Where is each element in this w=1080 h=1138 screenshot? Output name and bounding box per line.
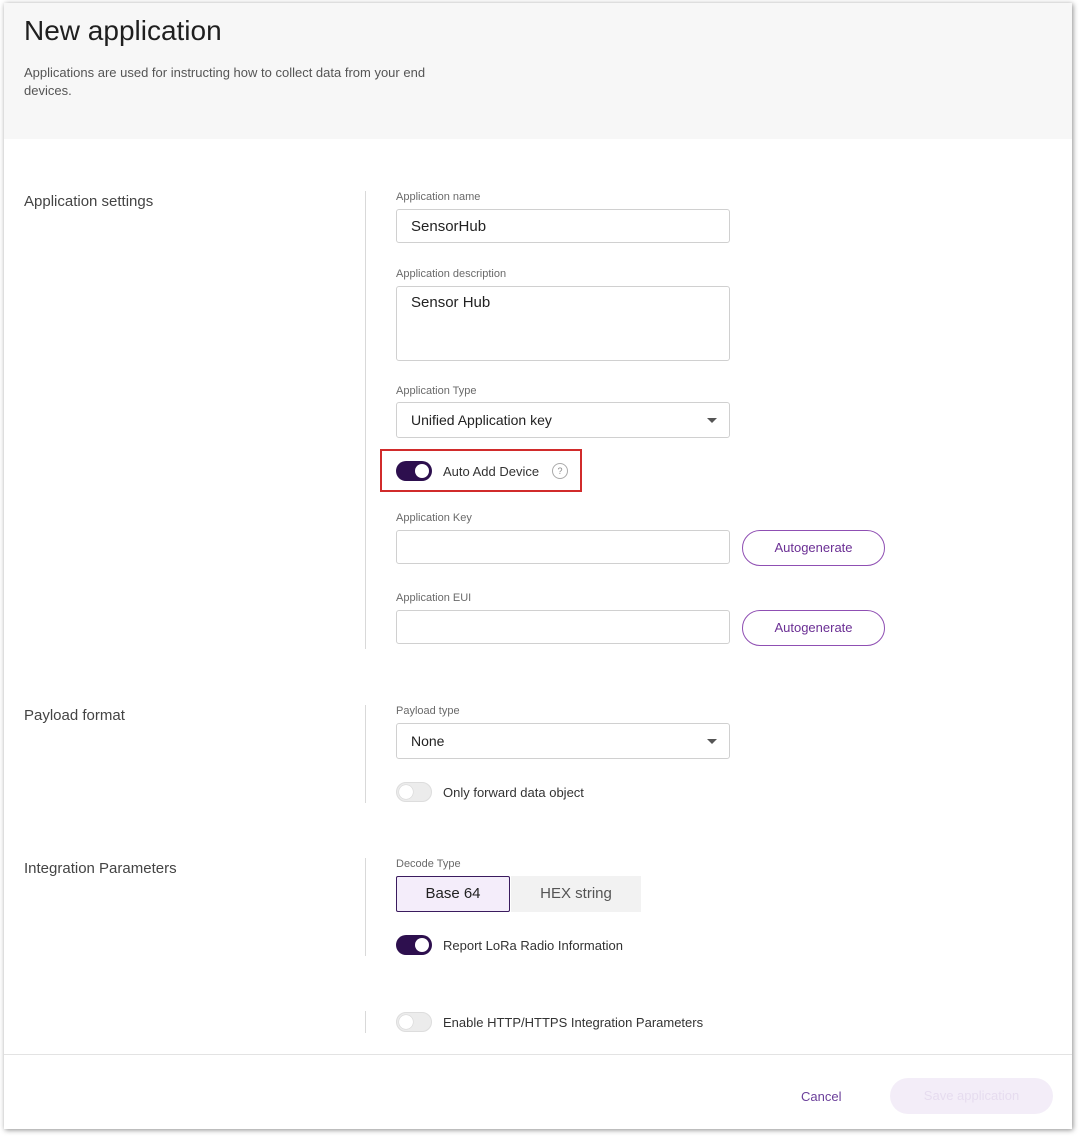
application-type-label: Application Type [396, 385, 477, 397]
toggle-knob [399, 1015, 413, 1029]
payload-type-value: None [411, 733, 445, 749]
application-key-label: Application Key [396, 512, 472, 524]
report-lora-label: Report LoRa Radio Information [443, 938, 623, 953]
decode-option-hex-string[interactable]: HEX string [511, 876, 641, 912]
section-label-payload-format: Payload format [24, 707, 125, 724]
page-description: Applications are used for instructing ho… [24, 65, 426, 98]
decode-option-base64[interactable]: Base 64 [396, 876, 510, 912]
application-type-select[interactable]: Unified Application key [396, 402, 730, 438]
section-divider [365, 858, 366, 956]
new-application-window: New application Applications are used fo… [4, 3, 1072, 1129]
only-forward-data-toggle[interactable] [396, 782, 432, 802]
application-eui-input[interactable] [396, 610, 730, 644]
application-description-textarea[interactable]: Sensor Hub [396, 286, 730, 361]
auto-add-device-label: Auto Add Device [443, 464, 540, 479]
decode-type-label: Decode Type [396, 858, 461, 870]
cancel-button[interactable]: Cancel [801, 1089, 841, 1104]
only-forward-data-label: Only forward data object [443, 785, 584, 800]
autogenerate-key-button[interactable]: Autogenerate [742, 530, 885, 566]
enable-http-integration-toggle[interactable] [396, 1012, 432, 1032]
report-lora-toggle[interactable] [396, 935, 432, 955]
auto-add-device-toggle[interactable] [396, 461, 432, 481]
toggle-knob [415, 464, 429, 478]
application-type-value: Unified Application key [411, 412, 552, 428]
application-eui-label: Application EUI [396, 592, 472, 604]
toggle-knob [399, 785, 413, 799]
autogenerate-eui-button[interactable]: Autogenerate [742, 610, 885, 646]
toggle-knob [415, 938, 429, 952]
payload-type-select[interactable]: None [396, 723, 730, 759]
help-circle-icon[interactable]: ? [552, 463, 568, 479]
application-key-input[interactable] [396, 530, 730, 564]
section-divider [365, 1011, 366, 1033]
save-application-button[interactable]: Save application [890, 1078, 1053, 1114]
section-label-application-settings: Application settings [24, 193, 154, 210]
page-header: New application Applications are used fo… [4, 3, 1072, 139]
chevron-down-icon [707, 418, 717, 423]
section-divider [365, 191, 366, 649]
payload-type-label: Payload type [396, 705, 460, 717]
page-title: New application [24, 15, 222, 46]
chevron-down-icon [707, 739, 717, 744]
enable-http-integration-label: Enable HTTP/HTTPS Integration Parameters [443, 1015, 704, 1030]
application-name-label: Application name [396, 191, 481, 203]
footer-divider [4, 1054, 1072, 1055]
section-label-integration-parameters: Integration Parameters [24, 860, 177, 877]
application-name-input[interactable]: SensorHub [396, 209, 730, 243]
section-divider [365, 705, 366, 803]
application-description-label: Application description [396, 268, 507, 280]
